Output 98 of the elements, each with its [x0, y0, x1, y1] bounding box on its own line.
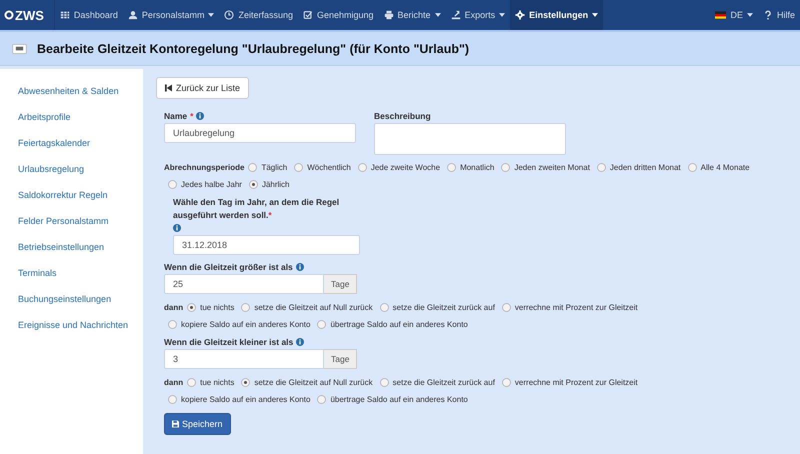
date-field[interactable]: 31.12.2018: [173, 235, 360, 255]
number-field[interactable]: 3: [164, 349, 324, 369]
caret-icon: [746, 13, 753, 17]
radio-button[interactable]: [248, 180, 258, 189]
grid-icon: [60, 10, 70, 20]
info-icon: [196, 112, 204, 120]
radio-label: Jährlich: [262, 179, 290, 190]
radio-label: Jedes halbe Jahr: [181, 179, 242, 190]
field-label: Wähle den Tag im Jahr, an dem die Regel ausgeführt werden soll.*: [173, 196, 340, 222]
field-label: Wenn die Gleitzeit kleiner ist als: [164, 337, 294, 347]
sidebar-link[interactable]: Felder Personalstamm: [0, 210, 143, 236]
sidebar-link[interactable]: Arbeitsprofile: [0, 106, 143, 132]
info-icon: [296, 263, 304, 271]
radio-button[interactable]: [447, 163, 456, 172]
info-icon: [173, 224, 181, 232]
radio-button[interactable]: [358, 163, 367, 172]
nav-item[interactable]: Personalstamm: [122, 0, 220, 30]
field-label: Wenn die Gleitzeit größer ist als: [164, 262, 293, 272]
radio-button[interactable]: [187, 303, 196, 312]
radio-label: setze die Gleitzeit zurück auf: [392, 302, 495, 313]
radio-label: setze die Gleitzeit zurück auf: [392, 377, 495, 388]
nav-item[interactable]: Berichte: [378, 0, 446, 30]
printer-icon: [384, 10, 394, 20]
question-icon: [762, 10, 773, 20]
radio-label: Wöchentlich: [307, 162, 351, 173]
radio-button[interactable]: [168, 180, 177, 189]
radio-button[interactable]: [168, 320, 177, 329]
back-button[interactable]: Zurück zur Liste: [156, 77, 250, 99]
window-icon: [12, 44, 27, 54]
sidebar-link[interactable]: Urlaubsregelung: [0, 158, 143, 184]
radio-button[interactable]: [317, 395, 326, 404]
radio-button[interactable]: [380, 303, 389, 312]
radio-button[interactable]: [241, 378, 250, 387]
radio-label: tue nichts: [200, 377, 234, 388]
radio-button[interactable]: [502, 303, 511, 312]
field-label: dann: [164, 377, 184, 388]
nav-item[interactable]: Exports: [446, 0, 510, 30]
radio-label: Jede zweite Woche: [370, 162, 440, 173]
radio-button[interactable]: [688, 163, 697, 172]
clock-icon: [224, 10, 234, 20]
sidebar-link[interactable]: Abwesenheiten & Salden: [0, 80, 143, 106]
language-dropdown[interactable]: DE: [710, 0, 758, 30]
radio-label: übertrage Saldo auf ein anderes Konto: [330, 319, 468, 330]
radio-button[interactable]: [248, 163, 258, 172]
settings-icon: [515, 10, 526, 20]
field-label: Name: [164, 111, 188, 121]
radio-button[interactable]: [596, 163, 606, 172]
radio-label: Alle 4 Monate: [700, 162, 750, 173]
nav-item[interactable]: Zeiterfassung: [219, 0, 298, 30]
field-label: dann: [164, 302, 184, 313]
radio-label: Monatlich: [460, 162, 494, 173]
nav-item[interactable]: Einstellungen: [510, 0, 604, 30]
unit-addon: Tage: [324, 274, 358, 294]
sidebar-link[interactable]: Terminals: [0, 262, 143, 288]
radio-button[interactable]: [317, 320, 326, 329]
nav-item[interactable]: Genehmigung: [298, 0, 379, 30]
sidebar-link[interactable]: Buchungseinstellungen: [0, 288, 143, 314]
radio-button[interactable]: [187, 378, 196, 387]
name-field[interactable]: Urlaubregelung: [164, 123, 356, 143]
info-icon: [296, 338, 304, 346]
page-title: Bearbeite Gleitzeit Kontoregelung "Urlaubregelung" (für Konto "Urlaub"): [37, 42, 470, 56]
radio-label: verrechne mit Prozent zur Gleitzeit: [514, 377, 638, 388]
radio-button[interactable]: [502, 378, 511, 387]
sidebar-link[interactable]: Ereignisse und Nachrichten: [0, 314, 143, 340]
sidebar-link[interactable]: Saldokorrektur Regeln: [0, 184, 143, 210]
logo[interactable]: ZWS: [0, 0, 55, 30]
description-field[interactable]: [374, 123, 566, 155]
export-icon: [450, 10, 461, 20]
radio-label: tue nichts: [200, 302, 234, 313]
save-button[interactable]: Speichern: [164, 413, 231, 435]
radio-button[interactable]: [168, 395, 177, 404]
sidebar-link[interactable]: Feiertagskalender: [0, 132, 143, 158]
person-icon: [128, 10, 138, 20]
radio-label: setze die Gleitzeit auf Null zurück: [254, 377, 373, 388]
radio-button[interactable]: [241, 303, 250, 312]
nav-item[interactable]: Dashboard: [54, 0, 123, 30]
radio-label: kopiere Saldo auf ein anderes Konto: [181, 319, 310, 330]
radio-label: übertrage Saldo auf ein anderes Konto: [330, 394, 468, 405]
checkbox-icon: [302, 10, 313, 20]
sidebar-link[interactable]: Betriebseinstellungen: [0, 236, 143, 262]
field-label: Abrechnungsperiode: [164, 162, 244, 173]
flag-icon: [715, 11, 726, 19]
required-mark: *: [190, 111, 194, 121]
help-link[interactable]: Hilfe: [758, 0, 800, 30]
radio-button[interactable]: [380, 378, 389, 387]
ring-icon: [4, 10, 14, 20]
radio-label: setze die Gleitzeit auf Null zurück: [254, 302, 373, 313]
skip-back-icon: [165, 84, 172, 92]
radio-button[interactable]: [294, 163, 304, 172]
field-label: Beschreibung: [374, 111, 431, 121]
number-field[interactable]: 25: [164, 274, 324, 294]
radio-label: kopiere Saldo auf ein anderes Konto: [181, 394, 310, 405]
radio-label: Täglich: [261, 162, 288, 173]
radio-label: Jeden dritten Monat: [610, 162, 681, 173]
unit-addon: Tage: [324, 349, 358, 369]
radio-label: verrechne mit Prozent zur Gleitzeit: [514, 302, 638, 313]
radio-button[interactable]: [501, 163, 510, 172]
radio-label: Jeden zweiten Monat: [514, 162, 590, 173]
